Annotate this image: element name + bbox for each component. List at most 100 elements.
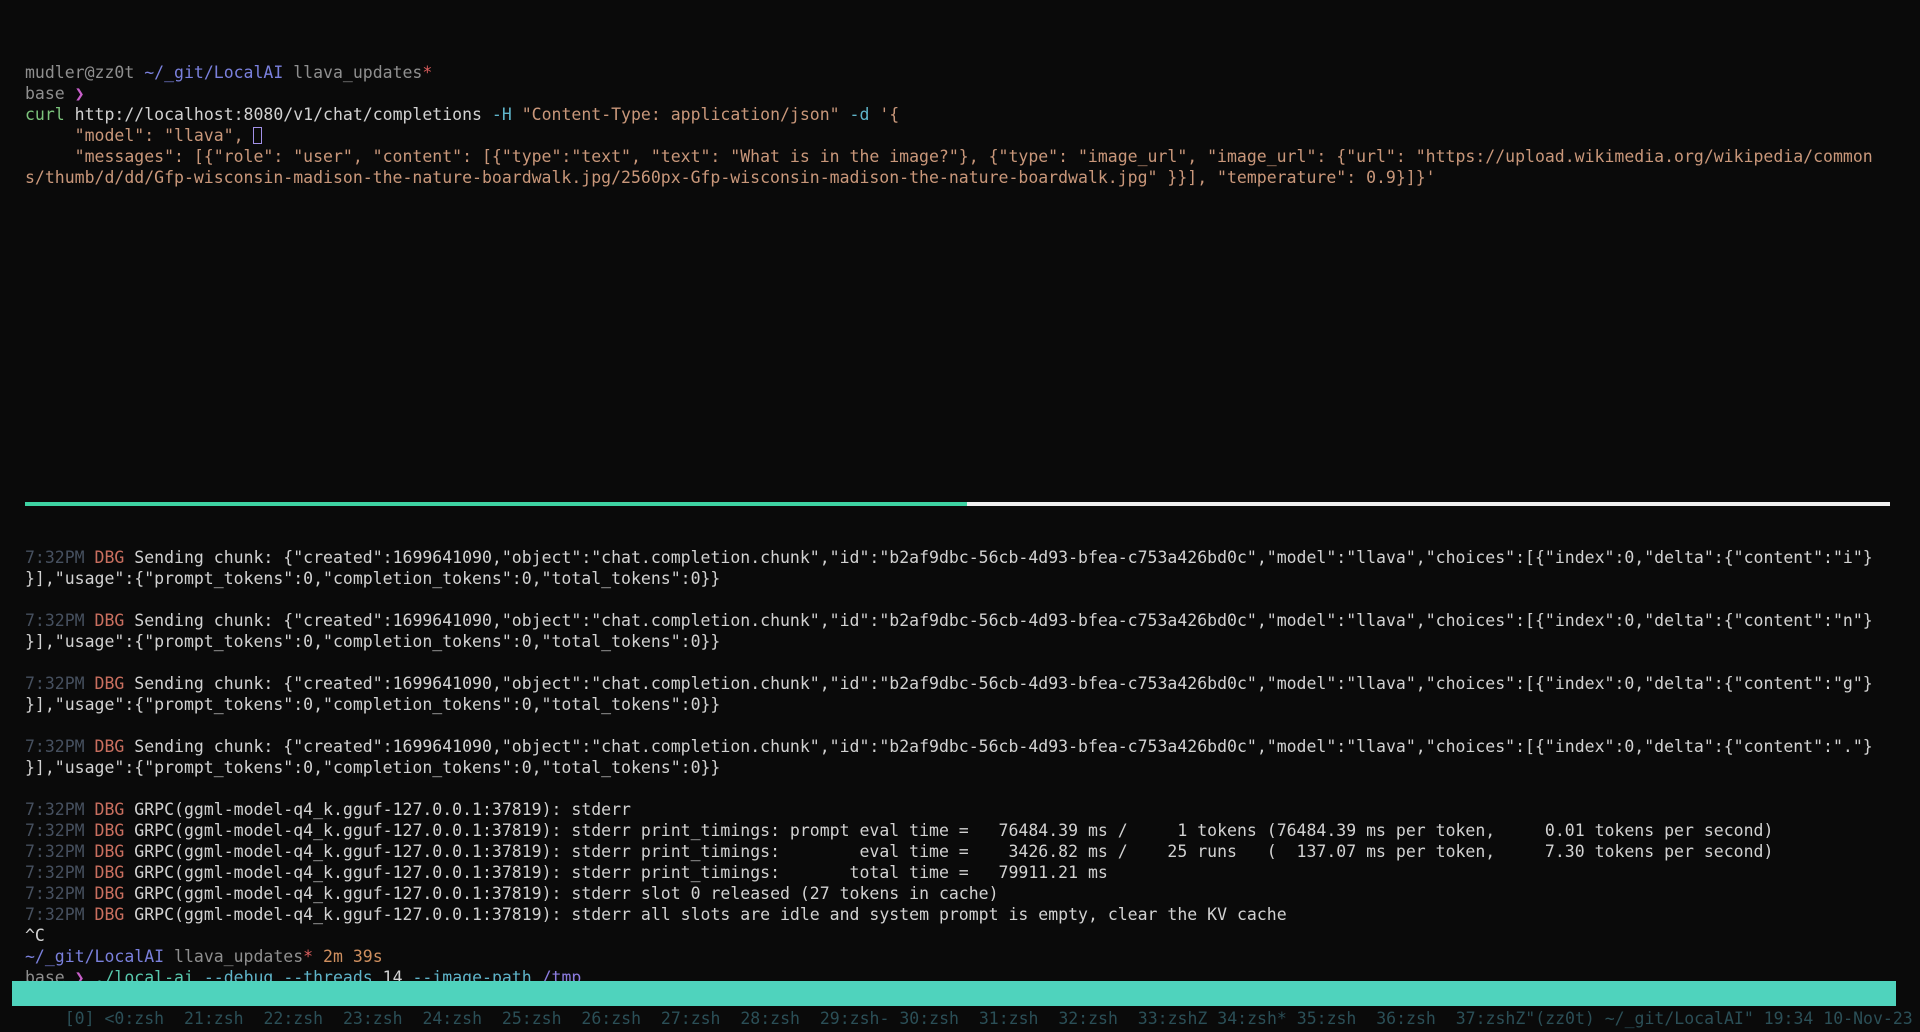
- conda-env-label: base: [25, 84, 75, 103]
- timestamp: 7:32PM: [25, 905, 95, 924]
- tmux-window-37[interactable]: 37:zshZ: [1456, 1009, 1526, 1028]
- timestamp: 7:32PM: [25, 548, 95, 567]
- text-segment: [840, 105, 850, 124]
- tmux-window-separator: [403, 1009, 423, 1028]
- flag-data: -d: [850, 105, 870, 124]
- git-branch: llava_updates: [164, 947, 303, 966]
- chunk-json: Sending chunk: {"created":1699641090,"ob…: [134, 548, 1872, 567]
- flag-header: -H: [492, 105, 512, 124]
- tmux-window-36[interactable]: 36:zsh: [1376, 1009, 1436, 1028]
- terminal-cursor: [253, 127, 262, 144]
- log-line: 7:32PM DBG GRPC(ggml-model-q4_k.gguf-127…: [25, 820, 1773, 841]
- chunk-json-wrap: }],"usage":{"prompt_tokens":0,"completio…: [25, 758, 720, 777]
- tmux-status-right: "(zz0t) ~/_git/LocalAI" 19:34 10-Nov-23: [1525, 1009, 1912, 1028]
- log-level: DBG: [95, 548, 135, 567]
- tmux-session-name: [0]: [65, 1009, 105, 1028]
- tmux-window-separator: [721, 1009, 741, 1028]
- log-level: DBG: [95, 800, 135, 819]
- timestamp: 7:32PM: [25, 821, 95, 840]
- tmux-window-list: <0:zsh 21:zsh 22:zsh 23:zsh 24:zsh 25:zs…: [105, 1009, 1526, 1028]
- sigint-marker: ^C: [25, 926, 45, 945]
- grpc-timing: GRPC(ggml-model-q4_k.gguf-127.0.0.1:3781…: [134, 821, 1773, 840]
- tmux-window-24[interactable]: 24:zsh: [422, 1009, 482, 1028]
- tmux-window-0[interactable]: <0:zsh: [105, 1009, 165, 1028]
- log-line: 7:32PM DBG GRPC(ggml-model-q4_k.gguf-127…: [25, 862, 1108, 883]
- log-level: DBG: [95, 821, 135, 840]
- chunk-json-wrap: }],"usage":{"prompt_tokens":0,"completio…: [25, 695, 720, 714]
- timestamp: 7:32PM: [25, 842, 95, 861]
- tmux-window-31[interactable]: 31:zsh: [979, 1009, 1039, 1028]
- log-level: DBG: [95, 737, 135, 756]
- tmux-window-separator: [1287, 1009, 1297, 1028]
- text-segment: [869, 105, 879, 124]
- tmux-window-33[interactable]: 33:zshZ: [1138, 1009, 1208, 1028]
- chunk-json-wrap: }],"usage":{"prompt_tokens":0,"completio…: [25, 632, 720, 651]
- log-line: 7:32PM DBG GRPC(ggml-model-q4_k.gguf-127…: [25, 841, 1773, 862]
- tmux-window-30[interactable]: 30:zsh: [899, 1009, 959, 1028]
- command-line-body: "model": "llava",: [25, 125, 262, 146]
- prompt-arrow: ❯: [75, 84, 85, 103]
- grpc-stderr: GRPC(ggml-model-q4_k.gguf-127.0.0.1:3781…: [134, 800, 641, 819]
- log-line: 7:32PM DBG Sending chunk: {"created":169…: [25, 673, 1873, 694]
- tmux-window-28[interactable]: 28:zsh: [740, 1009, 800, 1028]
- prompt-line: mudler@zz0t ~/_git/LocalAI llava_updates…: [25, 62, 432, 83]
- timestamp: 7:32PM: [25, 800, 95, 819]
- url-argument: http://localhost:8080/v1/chat/completion…: [65, 105, 492, 124]
- tmux-window-34[interactable]: 34:zsh*: [1217, 1009, 1287, 1028]
- git-dirty-marker: *: [303, 947, 313, 966]
- terminal-window: mudler@zz0t ~/_git/LocalAI llava_updates…: [0, 0, 1920, 1032]
- log-line: 7:32PM DBG Sending chunk: {"created":169…: [25, 547, 1873, 568]
- git-branch: llava_updates: [283, 63, 422, 82]
- tmux-window-25[interactable]: 25:zsh: [502, 1009, 562, 1028]
- text-segment: [512, 105, 522, 124]
- timestamp: 7:32PM: [25, 611, 95, 630]
- tmux-window-separator: [889, 1009, 899, 1028]
- log-line: }],"usage":{"prompt_tokens":0,"completio…: [25, 631, 720, 652]
- log-level: DBG: [95, 884, 135, 903]
- cwd-path: ~/_git/LocalAI: [144, 63, 283, 82]
- prompt-line: ~/_git/LocalAI llava_updates* 2m 39s: [25, 946, 383, 967]
- log-level: DBG: [95, 842, 135, 861]
- chunk-json: Sending chunk: {"created":1699641090,"ob…: [134, 674, 1872, 693]
- log-line: }],"usage":{"prompt_tokens":0,"completio…: [25, 568, 720, 589]
- log-line: 7:32PM DBG GRPC(ggml-model-q4_k.gguf-127…: [25, 883, 999, 904]
- timestamp: 7:32PM: [25, 737, 95, 756]
- log-line: 7:32PM DBG Sending chunk: {"created":169…: [25, 736, 1873, 757]
- tmux-window-35[interactable]: 35:zsh: [1297, 1009, 1357, 1028]
- tmux-window-separator: [244, 1009, 264, 1028]
- tmux-window-separator: [323, 1009, 343, 1028]
- command-line: curl http://localhost:8080/v1/chat/compl…: [25, 104, 899, 125]
- log-level: DBG: [95, 905, 135, 924]
- grpc-timing: GRPC(ggml-model-q4_k.gguf-127.0.0.1:3781…: [134, 842, 1773, 861]
- log-line: 7:32PM DBG GRPC(ggml-model-q4_k.gguf-127…: [25, 904, 1287, 925]
- tmux-window-separator: [482, 1009, 502, 1028]
- log-line: 7:32PM DBG Sending chunk: {"created":169…: [25, 610, 1873, 631]
- text-segment: '{: [879, 105, 899, 124]
- prompt-line: base ❯: [25, 83, 85, 104]
- command-line-body: s/thumb/d/dd/Gfp-wisconsin-madison-the-n…: [25, 167, 1436, 188]
- log-level: DBG: [95, 611, 135, 630]
- timestamp: 7:32PM: [25, 863, 95, 882]
- tmux-window-separator: [800, 1009, 820, 1028]
- tmux-window-26[interactable]: 26:zsh: [581, 1009, 641, 1028]
- timestamp: 7:32PM: [25, 674, 95, 693]
- tmux-window-22[interactable]: 22:zsh: [263, 1009, 323, 1028]
- tmux-window-29[interactable]: 29:zsh-: [820, 1009, 890, 1028]
- grpc-slot: GRPC(ggml-model-q4_k.gguf-127.0.0.1:3781…: [134, 884, 998, 903]
- tmux-window-21[interactable]: 21:zsh: [184, 1009, 244, 1028]
- log-line: 7:32PM DBG GRPC(ggml-model-q4_k.gguf-127…: [25, 799, 641, 820]
- tmux-window-separator: [959, 1009, 979, 1028]
- command-line-body: "messages": [{"role": "user", "content":…: [25, 146, 1873, 167]
- tmux-window-27[interactable]: 27:zsh: [661, 1009, 721, 1028]
- pane-divider-active-segment[interactable]: [25, 502, 967, 506]
- log-level: DBG: [95, 674, 135, 693]
- command-duration: 2m 39s: [313, 947, 383, 966]
- text-segment: s/thumb/d/dd/Gfp-wisconsin-madison-the-n…: [25, 168, 1436, 187]
- tmux-window-32[interactable]: 32:zsh: [1058, 1009, 1118, 1028]
- tmux-window-23[interactable]: 23:zsh: [343, 1009, 403, 1028]
- tmux-window-separator: [1356, 1009, 1376, 1028]
- tmux-window-separator: [1436, 1009, 1456, 1028]
- pane-divider-segment[interactable]: [967, 502, 1890, 506]
- tmux-window-separator: [1038, 1009, 1058, 1028]
- user-host: mudler@zz0t: [25, 63, 144, 82]
